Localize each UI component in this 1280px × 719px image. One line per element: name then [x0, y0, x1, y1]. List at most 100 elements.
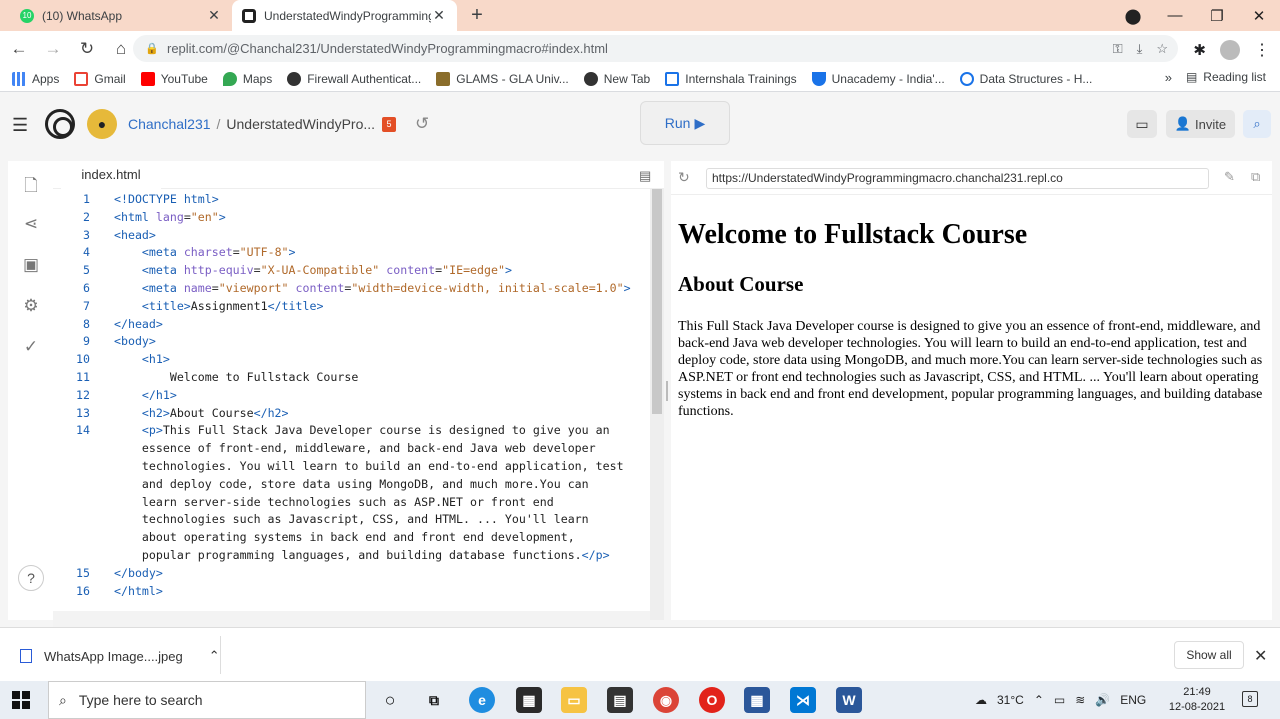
- settings-gear-icon[interactable]: ⚙: [21, 296, 41, 316]
- reload-icon[interactable]: ↻: [72, 34, 102, 64]
- install-icon[interactable]: ⤓: [1137, 41, 1143, 57]
- code-line[interactable]: Welcome to Fullstack Course: [114, 370, 358, 384]
- bookmarks-more-chevron[interactable]: »: [1165, 70, 1172, 85]
- close-downloads-icon[interactable]: ✕: [1254, 646, 1267, 666]
- forward-icon[interactable]: →: [38, 34, 68, 64]
- chrome-icon[interactable]: ◉: [653, 687, 679, 713]
- packages-icon[interactable]: ▣: [21, 255, 41, 275]
- bookmark-gmail[interactable]: Gmail: [74, 71, 126, 86]
- back-icon[interactable]: ←: [4, 34, 34, 64]
- reading-list-button[interactable]: ▤ Reading list: [1186, 70, 1266, 84]
- code-line[interactable]: essence of front-end, middleware, and ba…: [114, 441, 596, 455]
- store-icon[interactable]: ▤: [607, 687, 633, 713]
- bookmark-maps[interactable]: Maps: [222, 71, 272, 86]
- close-tab-icon[interactable]: ✕: [431, 7, 447, 24]
- minimize-button[interactable]: —: [1154, 0, 1196, 31]
- extensions-puzzle-icon[interactable]: ✱: [1193, 41, 1206, 59]
- chevron-up-icon[interactable]: ⌃: [1034, 693, 1044, 707]
- bookmark-newtab[interactable]: New Tab: [583, 71, 650, 86]
- file-tab-index-html[interactable]: index.html: [61, 161, 161, 189]
- edit-pencil-icon[interactable]: ✎: [1224, 169, 1235, 185]
- code-area[interactable]: 1 <!DOCTYPE html> 2 <html lang="en"> 3 <head>…: [53, 191, 650, 629]
- show-all-button[interactable]: Show all: [1174, 641, 1244, 669]
- word-icon[interactable]: W: [836, 687, 862, 713]
- cortana-icon[interactable]: ○: [377, 687, 403, 713]
- clock[interactable]: 21:49 12-08-2021: [1168, 685, 1226, 715]
- weather-icon[interactable]: ☁: [975, 693, 987, 707]
- notification-icon[interactable]: 8: [1242, 691, 1258, 707]
- scrollbar-thumb[interactable]: [652, 189, 662, 414]
- run-button[interactable]: Run ▶: [640, 101, 730, 145]
- bookmark-unacademy[interactable]: Unacademy - India'...: [811, 71, 945, 86]
- bookmark-youtube[interactable]: YouTube: [140, 71, 208, 86]
- tab-replit[interactable]: UnderstatedWindyProgrammingmacro ✕: [232, 0, 457, 31]
- code-line[interactable]: </body>: [114, 566, 163, 580]
- help-button[interactable]: ?: [18, 565, 44, 591]
- close-window-button[interactable]: ✕: [1238, 0, 1280, 31]
- user-avatar[interactable]: ●: [87, 109, 117, 139]
- wifi-icon[interactable]: ≋: [1075, 693, 1085, 707]
- code-line[interactable]: <body>: [114, 334, 156, 348]
- edge-icon[interactable]: e: [469, 687, 495, 713]
- code-line[interactable]: <meta charset="UTF-8">: [114, 245, 296, 259]
- code-line[interactable]: about operating systems in back end and …: [114, 530, 575, 544]
- bookmark-glams[interactable]: GLAMS - GLA Univ...: [436, 71, 569, 86]
- battery-icon[interactable]: ▭: [1054, 693, 1065, 707]
- calculator-icon[interactable]: ▦: [744, 687, 770, 713]
- checkmark-icon[interactable]: ✓: [21, 337, 41, 357]
- url-text[interactable]: replit.com/@Chanchal231/UnderstatedWindy…: [167, 41, 608, 56]
- download-item[interactable]: WhatsApp Image....jpeg ⌃: [20, 648, 220, 664]
- maximize-button[interactable]: ❐: [1196, 0, 1238, 31]
- opera-icon[interactable]: O: [699, 687, 725, 713]
- file-explorer-icon[interactable]: ▭: [561, 687, 587, 713]
- home-icon[interactable]: ⌂: [106, 34, 136, 64]
- open-new-tab-icon[interactable]: ⧉: [1251, 169, 1260, 185]
- code-line[interactable]: <head>: [114, 228, 156, 242]
- invite-button[interactable]: 👤 Invite: [1166, 110, 1235, 138]
- search-button[interactable]: ⌕: [1243, 110, 1271, 138]
- preview-reload-icon[interactable]: ↻: [678, 169, 690, 186]
- code-line[interactable]: <meta name="viewport" content="width=dev…: [114, 281, 631, 295]
- lock-icon[interactable]: 🔒: [145, 42, 159, 55]
- code-line[interactable]: technologies. You will learn to build an…: [114, 459, 624, 473]
- editor-menu-icon[interactable]: ▤: [639, 168, 651, 184]
- history-icon[interactable]: ↺: [415, 114, 429, 134]
- code-line[interactable]: <html lang="en">: [114, 210, 226, 224]
- windows-start-icon[interactable]: [12, 691, 30, 709]
- address-bar[interactable]: 🔒 replit.com/@Chanchal231/UnderstatedWin…: [133, 35, 1178, 62]
- code-line[interactable]: <title>Assignment1</title>: [114, 299, 324, 313]
- code-line[interactable]: learn server-side technologies such as A…: [114, 495, 554, 509]
- bookmark-star-icon[interactable]: ☆: [1156, 41, 1168, 57]
- chat-button[interactable]: ▭: [1127, 110, 1157, 138]
- taskbar-search-box[interactable]: ⌕ Type here to search: [48, 681, 366, 719]
- breadcrumb-username[interactable]: Chanchal231: [128, 116, 211, 132]
- bookmark-firewall[interactable]: Firewall Authenticat...: [287, 71, 421, 86]
- vscode-icon[interactable]: ⋊: [790, 687, 816, 713]
- code-line[interactable]: </head>: [114, 317, 163, 331]
- tab-whatsapp[interactable]: 10 (10) WhatsApp ✕: [10, 0, 232, 31]
- language-indicator[interactable]: ENG: [1120, 693, 1146, 707]
- code-line[interactable]: <h1>: [114, 352, 170, 366]
- profile-dropdown-icon[interactable]: ⬤: [1112, 0, 1154, 31]
- new-tab-button[interactable]: +: [466, 4, 488, 26]
- bookmark-internshala[interactable]: Internshala Trainings: [665, 71, 797, 86]
- bookmark-datastructures[interactable]: Data Structures - H...: [959, 71, 1092, 86]
- pane-divider[interactable]: [664, 161, 671, 620]
- menu-dots-icon[interactable]: ⋮: [1254, 40, 1270, 60]
- temperature[interactable]: 31°C: [997, 693, 1024, 707]
- bookmark-apps[interactable]: Apps: [12, 71, 59, 86]
- code-line[interactable]: </html>: [114, 584, 163, 598]
- hamburger-menu-icon[interactable]: ☰: [12, 115, 32, 136]
- code-line[interactable]: and deploy code, store data using MongoD…: [114, 477, 589, 491]
- breadcrumb-repl-name[interactable]: UnderstatedWindyPro...: [226, 116, 375, 132]
- key-icon[interactable]: ⚿: [1113, 41, 1123, 57]
- code-editor[interactable]: index.html ▤ 1 <!DOCTYPE html> 2 <html lang…: [53, 161, 664, 629]
- close-tab-icon[interactable]: ✕: [206, 7, 222, 24]
- chevron-up-icon[interactable]: ⌃: [209, 648, 220, 664]
- replit-logo-icon[interactable]: [45, 109, 75, 139]
- share-icon[interactable]: ⋖: [21, 214, 41, 234]
- speaker-icon[interactable]: 🔊: [1095, 693, 1110, 707]
- task-view-icon[interactable]: ⧉: [421, 687, 447, 713]
- code-line[interactable]: technologies such as Javascript, CSS, an…: [114, 512, 589, 526]
- code-line[interactable]: </h1>: [114, 388, 177, 402]
